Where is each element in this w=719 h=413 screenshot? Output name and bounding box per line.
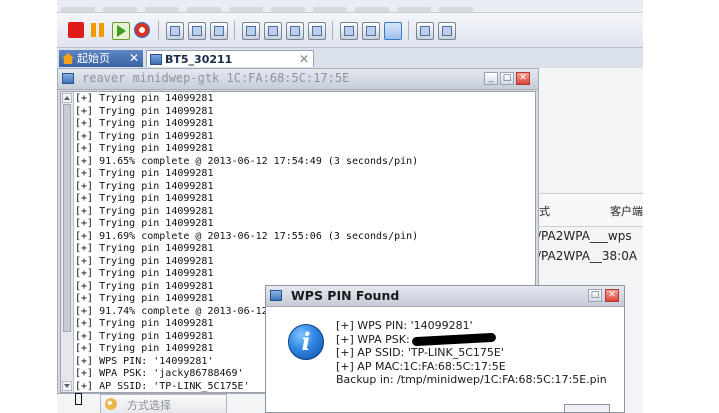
window-title: reaver minidwep-gtk 1C:FA:68:5C:17:5E: [82, 71, 350, 85]
tab-home[interactable]: 起始页 ✕: [59, 50, 143, 67]
minimize-button[interactable]: _: [484, 72, 498, 85]
terminal-line: [+] Trying pin 14099281: [75, 118, 214, 129]
dialog-titlebar[interactable]: WPS PIN Found □ ✕: [266, 286, 624, 307]
column-header-clients: 客户端: [610, 205, 643, 218]
snapshot-manager-icon[interactable]: [188, 22, 206, 40]
text-cursor: [75, 393, 82, 405]
play-icon[interactable]: [112, 22, 130, 40]
terminal-line: [+] 91.65% complete @ 2013-06-12 17:54:4…: [75, 155, 419, 167]
vm-toolbar: [57, 13, 643, 48]
wpa-psk-line: [+] WPA PSK:: [336, 332, 607, 347]
scroll-up-icon[interactable]: [62, 93, 72, 103]
thumbnail-icon[interactable]: [308, 22, 326, 40]
tab-home-label: 起始页: [77, 52, 110, 65]
window-icon: [270, 290, 282, 301]
close-icon[interactable]: ✕: [299, 51, 309, 68]
wps-pin-found-dialog: WPS PIN Found □ ✕ i [+] WPS PIN: '140992…: [265, 285, 625, 413]
stop-icon[interactable]: [68, 22, 84, 38]
ap-ssid-line: [+] AP SSID: 'TP-LINK_5C175E': [336, 346, 504, 359]
close-button[interactable]: ✕: [605, 289, 619, 302]
terminal-scrollbar[interactable]: [61, 92, 74, 392]
prefs-icon[interactable]: [362, 22, 380, 40]
reset-icon[interactable]: [134, 22, 150, 38]
redaction-scribble: [411, 332, 496, 346]
console-view-icon[interactable]: [242, 22, 260, 40]
column-header-mode: 式: [539, 205, 550, 218]
terminal-line: [+] Trying pin 14099281: [75, 93, 214, 104]
unity-icon[interactable]: [286, 22, 304, 40]
help-icon[interactable]: [416, 22, 434, 40]
wps-pin-line: [+] WPS PIN: '14099281': [336, 319, 473, 332]
fullscreen-icon[interactable]: [264, 22, 282, 40]
terminal-line: [+] Trying pin 14099281: [75, 255, 214, 267]
wpa-psk-label: [+] WPA PSK:: [336, 332, 410, 346]
maximize-button[interactable]: □: [500, 72, 514, 85]
revert-snapshot-icon[interactable]: [210, 22, 228, 40]
scroll-down-icon[interactable]: [62, 381, 72, 391]
reaver-titlebar[interactable]: reaver minidwep-gtk 1C:FA:68:5C:17:5E _ …: [58, 69, 538, 90]
network-list-row[interactable]: /PA2WPA___wps: [537, 229, 632, 247]
terminal-line: [+] Trying pin 14099281: [75, 143, 214, 154]
devices-icon[interactable]: [438, 22, 456, 40]
terminal-line: [+] Trying pin 14099281: [75, 130, 214, 142]
terminal-line: [+] Trying pin 14099281: [75, 168, 214, 179]
vm-icon: [150, 54, 162, 65]
scrollbar-thumb[interactable]: [63, 104, 71, 332]
snapshot-icon[interactable]: [166, 22, 184, 40]
tab-bar: 起始页 ✕ BT5_30211 ✕: [57, 48, 643, 68]
terminal-line: [+] Trying pin 14099281: [75, 218, 214, 229]
terminal-line: [+] Trying pin 14099281: [75, 243, 214, 254]
terminal-line: [+] 91.69% complete @ 2013-06-12 17:55:0…: [75, 230, 419, 242]
terminal-line: [+] Trying pin 14099281: [75, 268, 214, 279]
backup-path-line: Backup in: /tmp/minidwep/1C:FA:68:5C:17:…: [336, 373, 607, 386]
library-icon[interactable]: [340, 22, 358, 40]
home-icon: [62, 53, 74, 64]
settings-icon[interactable]: [384, 22, 402, 40]
info-icon: i: [288, 324, 324, 360]
terminal-line: [+] Trying pin 14099281: [75, 205, 214, 217]
terminal-line: [+] Trying pin 14099281: [75, 105, 214, 117]
network-list-header: 式 客户端: [533, 193, 643, 227]
window-icon: [62, 73, 74, 84]
dialog-ok-button[interactable]: [564, 404, 610, 412]
ap-mac-line: [+] AP MAC:1C:FA:68:5C:17:5E: [336, 359, 506, 373]
terminal-line: [+] Trying pin 14099281: [75, 193, 214, 204]
close-button[interactable]: ✕: [516, 72, 530, 85]
maximize-button[interactable]: □: [588, 289, 602, 302]
network-list-row[interactable]: /PA2WPA__38:0A: [537, 249, 637, 267]
terminal-line: [+] Trying pin 14099281: [75, 180, 214, 192]
menu-bar[interactable]: [57, 0, 643, 13]
vm-host-screen: 起始页 ✕ BT5_30211 ✕ 式 客户端 /PA2WPA___wps /P…: [0, 0, 719, 413]
tab-vm[interactable]: BT5_30211 ✕: [146, 50, 314, 67]
pause-icon[interactable]: [90, 22, 106, 38]
tab-vm-label: BT5_30211: [165, 53, 233, 66]
dialog-title: WPS PIN Found: [291, 288, 400, 303]
dialog-message: [+] WPS PIN: '14099281' [+] WPA PSK: [+]…: [336, 319, 607, 387]
close-icon[interactable]: ✕: [129, 50, 139, 67]
